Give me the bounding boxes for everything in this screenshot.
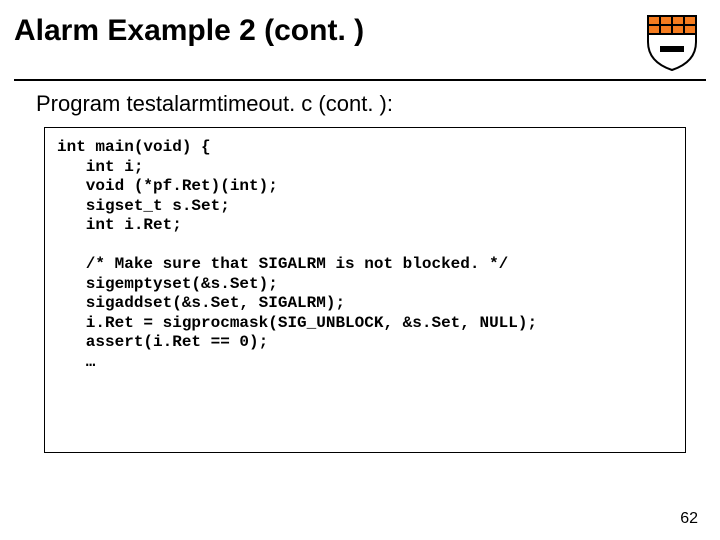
code-line: int i; (57, 158, 143, 176)
slide: Alarm Example 2 (cont. ) Program testala… (0, 0, 720, 540)
code-line: sigemptyset(&s.Set); (57, 275, 278, 293)
princeton-shield-icon (644, 10, 706, 77)
code-line: int i.Ret; (57, 216, 182, 234)
code-line: sigaddset(&s.Set, SIGALRM); (57, 294, 345, 312)
code-line: int main(void) { (57, 138, 211, 156)
code-line: i.Ret = sigprocmask(SIG_UNBLOCK, &s.Set,… (57, 314, 537, 332)
code-box: int main(void) { int i; void (*pf.Ret)(i… (44, 127, 686, 453)
page-number: 62 (680, 510, 698, 528)
slide-subtitle: Program testalarmtimeout. c (cont. ): (36, 91, 706, 117)
code-line: /* Make sure that SIGALRM is not blocked… (57, 255, 508, 273)
code-line: void (*pf.Ret)(int); (57, 177, 278, 195)
title-divider (14, 79, 706, 81)
code-line: sigset_t s.Set; (57, 197, 230, 215)
code-line: … (57, 353, 95, 371)
slide-title: Alarm Example 2 (cont. ) (14, 14, 364, 48)
code-line: assert(i.Ret == 0); (57, 333, 268, 351)
title-row: Alarm Example 2 (cont. ) (14, 10, 706, 77)
